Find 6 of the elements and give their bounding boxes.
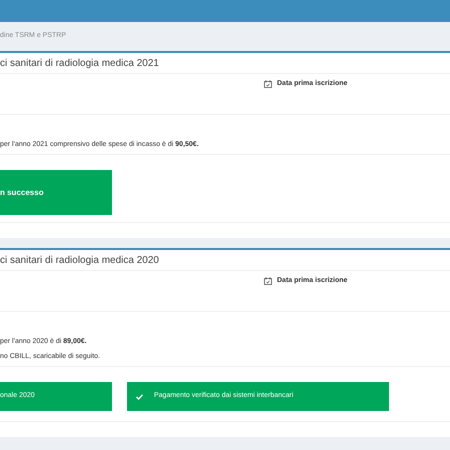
card-title: ci sanitari di radiologia medica 2021: [0, 56, 159, 70]
check-icon: [136, 394, 143, 400]
status-text: n successo: [0, 186, 44, 198]
calendar-icon: [264, 277, 272, 285]
calendar-icon: [264, 80, 272, 88]
card-title: ci sanitari di radiologia medica 2020: [0, 254, 159, 268]
